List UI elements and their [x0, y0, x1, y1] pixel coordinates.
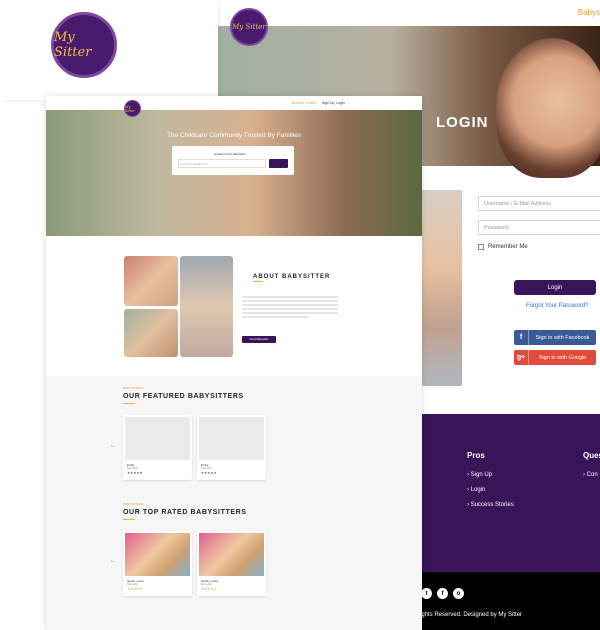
card-subtitle: Babysitter	[201, 583, 213, 586]
footer-link-login[interactable]: › Login	[467, 487, 485, 493]
brand-logo-tiny[interactable]: My Sitter	[124, 100, 141, 117]
search-button[interactable]	[269, 159, 288, 168]
about-heading-underline	[253, 281, 263, 282]
logo-tile: My Sitter	[0, 0, 218, 100]
footer-questions-heading: Ques	[583, 451, 600, 460]
remember-label: Remember Me	[488, 244, 528, 250]
password-field[interactable]: Password	[478, 220, 600, 235]
brand-logo-small[interactable]: My Sitter	[230, 8, 268, 46]
login-form: Username / E-Mail Address Password Remem…	[478, 196, 600, 365]
footer-link-contact[interactable]: › Con	[583, 472, 598, 478]
about-paragraph	[242, 296, 338, 326]
google-signin-label: Sign in with Google	[538, 354, 587, 361]
hero-title: The Childcare Community Trusted By Famil…	[166, 132, 301, 139]
text-line	[242, 316, 310, 318]
top-rated-underline	[123, 519, 135, 520]
card-subtitle: Babysitter	[127, 583, 139, 586]
babysitters-section: BABYSITTERS OUR FEATURED BABYSITTERS ← E…	[46, 376, 422, 630]
home-navbar: Become a sitter Sign Up Login	[46, 96, 422, 110]
remember-me[interactable]: Remember Me	[478, 244, 600, 250]
text-line	[242, 312, 338, 314]
footer-link-sign-up[interactable]: › Sign Up	[467, 472, 492, 478]
placeholder-image-icon	[199, 417, 264, 460]
card-subtitle: Babysitter	[127, 467, 139, 470]
google-plus-icon: g+	[514, 350, 529, 365]
search-card: Quickly find a babysitter Enter postcode…	[172, 146, 294, 175]
copyright-text: ights Reserved. Designed by My Sitter	[420, 612, 523, 618]
card-subtitle: Babysitter	[201, 467, 213, 470]
username-field[interactable]: Username / E-Mail Address	[478, 196, 600, 211]
nav-link-sign-up[interactable]: Sign Up	[322, 101, 334, 105]
postcode-search-input[interactable]: Enter postcode here	[178, 159, 266, 168]
text-line	[242, 300, 338, 302]
text-line	[242, 304, 338, 306]
babysitter-photo	[199, 533, 264, 576]
brand-logo[interactable]: My Sitter	[51, 12, 117, 78]
about-heading: ABOUT BABYSITTER	[253, 274, 331, 280]
instagram-icon[interactable]: o	[453, 588, 464, 599]
facebook-signin-label: Sign in with Facebook	[535, 334, 590, 341]
featured-title: OUR FEATURED BABYSITTERS	[123, 393, 244, 400]
nav-link-login[interactable]: Login	[336, 101, 345, 105]
placeholder-image-icon	[125, 417, 190, 460]
about-photo-3	[124, 309, 178, 357]
featured-kicker: BABYSITTERS	[123, 386, 144, 390]
remember-checkbox[interactable]	[478, 244, 484, 250]
about-photo-2	[180, 256, 233, 357]
facebook-signin-button[interactable]: f Sign in with Facebook	[514, 330, 596, 345]
rating-stars: ★★★★★	[201, 471, 217, 475]
featured-underline	[123, 403, 135, 404]
logo-text-small: My Sitter	[232, 23, 266, 31]
find-babysitter-button[interactable]: Find a Babysitter	[242, 336, 276, 343]
home-hero-banner: The Childcare Community Trusted By Famil…	[46, 110, 422, 236]
nav-link-babysitters[interactable]: Babys	[578, 8, 600, 17]
text-line	[242, 296, 338, 298]
hero-photo	[496, 38, 600, 178]
forgot-password-link[interactable]: Forgot Your Password?	[526, 303, 588, 309]
login-button[interactable]: Login	[514, 280, 596, 295]
rating-stars: ★★★★★	[127, 471, 143, 475]
homepage-screen: Become a sitter Sign Up Login My Sitter …	[46, 96, 422, 630]
top-rated-title: OUR TOP RATED BABYSITTERS	[123, 509, 247, 516]
featured-card[interactable]: Emily Babysitter ★★★★★	[197, 415, 266, 480]
top-rated-prev-arrow[interactable]: ←	[110, 558, 116, 564]
footer-link-success-stories[interactable]: › Success Stories	[467, 502, 514, 508]
rating-stars: ★★★★★	[127, 587, 143, 591]
text-line	[242, 308, 338, 310]
top-rated-kicker: BABYSITTERS	[123, 502, 144, 506]
featured-card[interactable]: Emily Babysitter ★★★★★	[123, 415, 192, 480]
nav-link-become-sitter[interactable]: Become a sitter	[292, 101, 316, 105]
google-signin-button[interactable]: g+ Sign in with Google	[514, 350, 596, 365]
facebook-footer-icon[interactable]: f	[437, 588, 448, 599]
facebook-icon: f	[514, 330, 529, 345]
footer-pros-heading: Pros	[467, 451, 485, 460]
about-photo-1	[124, 256, 178, 306]
top-rated-card[interactable]: Sarah_Lowe Babysitter ★★★★★	[197, 531, 266, 596]
rating-stars: ★★★★★	[201, 587, 217, 591]
search-label: Quickly find a babysitter	[214, 152, 246, 156]
logo-text-tiny: My Sitter	[125, 104, 136, 113]
top-rated-card[interactable]: Sarah_Lowe Babysitter ★★★★★	[123, 531, 192, 596]
twitter-icon[interactable]: t	[421, 588, 432, 599]
login-topbar: Babys	[218, 0, 600, 26]
featured-prev-arrow[interactable]: ←	[110, 443, 116, 449]
babysitter-photo	[125, 533, 190, 576]
page-title: LOGIN	[436, 114, 489, 131]
logo-text: My Sitter	[54, 30, 92, 60]
child-photo	[420, 190, 462, 386]
